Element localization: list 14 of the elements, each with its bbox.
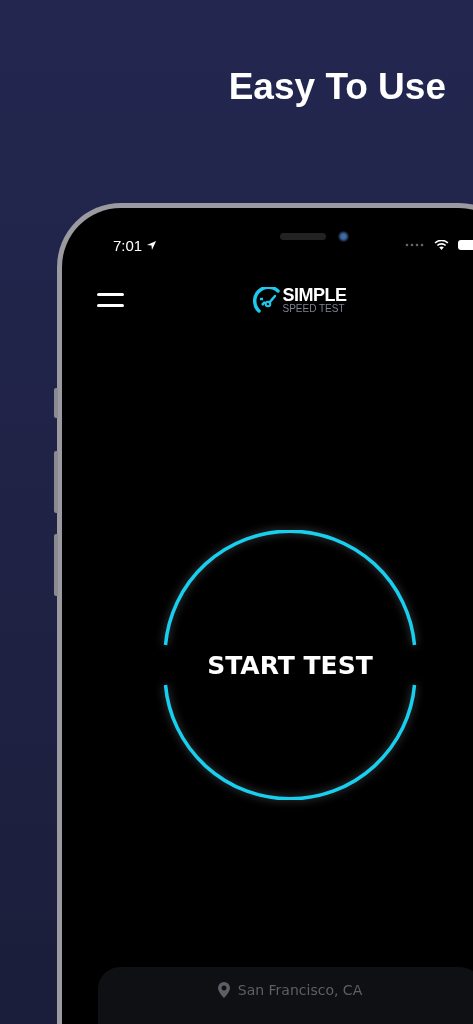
signal-dots-icon [405,243,425,247]
logo-subtitle: SPEED TEST [282,304,346,314]
wifi-icon [434,239,449,251]
speedometer-icon [253,287,282,313]
location-text: San Francisco, CA [237,982,363,998]
headline: Easy To Use [227,65,447,109]
logo-title: SIMPLE [282,286,347,304]
location-pin-icon [217,982,230,998]
location-arrow-icon [146,239,158,251]
start-test-button[interactable]: START TEST [155,530,425,800]
status-time: 7:01 [113,236,143,254]
camera-icon [338,230,349,242]
menu-icon[interactable] [97,292,124,308]
speaker-icon [280,232,326,240]
